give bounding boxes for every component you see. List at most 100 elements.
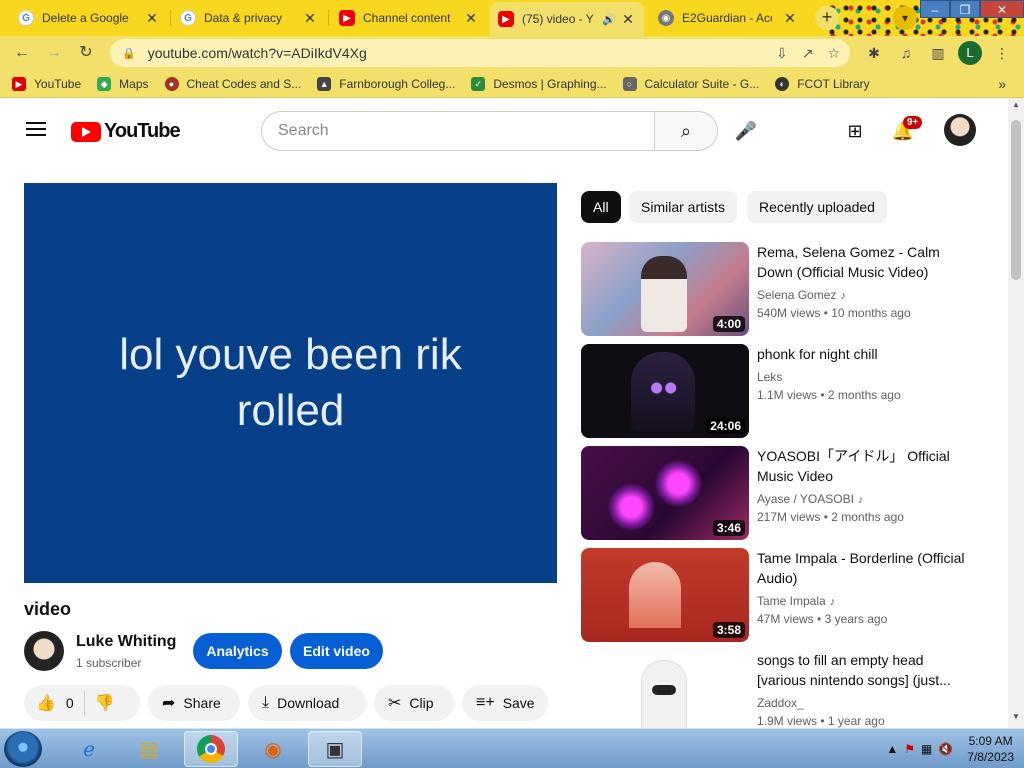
maximize-button[interactable]: ❐ (950, 0, 980, 18)
edit-video-button[interactable]: Edit video (290, 633, 383, 669)
bookmark-maps[interactable]: ◆ Maps (97, 76, 149, 91)
recommendation-channel[interactable]: Tame Impala ♪ (757, 594, 835, 608)
search-input[interactable]: Search (261, 111, 655, 151)
view-count: 1.9M views (757, 714, 818, 728)
voice-search-icon[interactable]: 🎤 (733, 118, 759, 144)
close-icon[interactable]: ✕ (144, 10, 160, 27)
page-scrollbar[interactable]: ▲ ▼ (1008, 98, 1024, 728)
recommendation-item[interactable]: 24:06 phonk for night chill Leks 1.1M vi… (581, 344, 991, 440)
recommendation-item[interactable]: 3:46 YOASOBI「アイドル」 Official Music Video … (581, 446, 991, 542)
show-hidden-icons-icon[interactable]: ▲ (886, 742, 898, 756)
extensions-icon[interactable]: ✱ (862, 41, 886, 65)
search-button[interactable]: ⌕ (654, 111, 718, 151)
new-tab-button[interactable]: + (815, 6, 839, 30)
side-panel-icon[interactable]: ▥ (926, 41, 950, 65)
scroll-up-icon[interactable]: ▲ (1008, 100, 1024, 114)
bookmark-youtube[interactable]: ▶ YouTube (12, 76, 81, 91)
account-avatar[interactable] (944, 114, 976, 146)
clip-button[interactable]: ✂ Clip (374, 685, 454, 721)
duration-badge: 3:46 (712, 520, 745, 536)
recommendation-channel[interactable]: Zaddox_ (757, 696, 804, 710)
recommendation-title[interactable]: Rema, Selena Gomez - Calm Down (Official… (757, 242, 967, 282)
internet-explorer-icon[interactable]: ℯ (62, 731, 116, 767)
bookmark-farnborough[interactable]: ▲ Farnborough Colleg... (317, 76, 455, 91)
close-icon[interactable]: ✕ (463, 10, 479, 27)
recommendation-item[interactable]: 4:00 Rema, Selena Gomez - Calm Down (Off… (581, 242, 991, 338)
forward-button[interactable]: → (42, 41, 66, 65)
scrollbar-thumb[interactable] (1011, 120, 1021, 280)
file-explorer-icon[interactable]: ▤ (122, 731, 176, 767)
tab-data-privacy[interactable]: G Data & privacy ✕ (172, 4, 326, 32)
upload-age: 1 year ago (827, 714, 885, 728)
minimize-button[interactable]: – (920, 0, 950, 18)
close-icon[interactable]: ✕ (302, 10, 318, 27)
firefox-icon[interactable]: ◉ (246, 731, 300, 767)
bookmark-fcot-library[interactable]: ◐ FCOT Library (775, 76, 870, 91)
recommendation-title[interactable]: phonk for night chill (757, 344, 967, 364)
speaker-icon[interactable]: 🔊 (602, 13, 616, 26)
dislike-icon[interactable]: 👎 (95, 693, 115, 713)
share-icon[interactable]: ↗ (802, 45, 814, 62)
google-icon: G (18, 10, 34, 26)
save-button[interactable]: ≡+ Save (462, 685, 548, 721)
network-icon[interactable]: ▦ (921, 742, 932, 756)
video-thumbnail[interactable]: 24:06 (581, 344, 749, 438)
recommendation-channel[interactable]: Ayase / YOASOBI ♪ (757, 492, 863, 506)
tab-label: (75) video - Y (522, 12, 594, 26)
video-player[interactable]: lol youve been rik rolled (24, 183, 557, 583)
channel-name[interactable]: Luke Whiting (76, 633, 176, 651)
download-button[interactable]: ⤓ Download (248, 685, 366, 721)
video-thumbnail[interactable]: 4:00 (581, 242, 749, 336)
tab-delete-google[interactable]: G Delete a Google s ✕ (10, 4, 168, 32)
clock[interactable]: 5:09 AM 7/8/2023 (967, 733, 1014, 765)
bookmark-star-icon[interactable]: ☆ (827, 45, 840, 62)
scroll-down-icon[interactable]: ▼ (1008, 712, 1024, 726)
chrome-menu-icon[interactable]: ⋮ (990, 41, 1014, 65)
volume-icon[interactable]: 🔇 (938, 742, 953, 756)
chip-recently-uploaded[interactable]: Recently uploaded (747, 191, 887, 223)
close-icon[interactable]: ✕ (782, 10, 798, 27)
back-button[interactable]: ← (10, 41, 34, 65)
share-button[interactable]: ➦ Share (148, 685, 240, 721)
recommendation-channel[interactable]: Leks (757, 370, 782, 384)
tab-channel-content[interactable]: ▶ Channel content - ✕ (331, 4, 487, 32)
recommendation-channel[interactable]: Selena Gomez ♪ (757, 288, 846, 302)
chip-similar-artists[interactable]: Similar artists (629, 191, 738, 223)
chip-all[interactable]: All (581, 191, 621, 223)
bookmark-cheat-codes[interactable]: ● Cheat Codes and S... (164, 76, 301, 91)
recommendation-title[interactable]: Tame Impala - Borderline (Official Audio… (757, 548, 967, 588)
like-icon[interactable]: 👍 (36, 693, 56, 713)
recommendation-meta: 217M views • 2 months ago (757, 510, 904, 524)
window-close-button[interactable]: ✕ (980, 0, 1024, 18)
remote-app-icon[interactable]: ▣ (308, 731, 362, 767)
youtube-logo[interactable]: YouTube (71, 120, 181, 143)
video-thumbnail[interactable]: 3:46 (581, 446, 749, 540)
chrome-icon[interactable] (184, 731, 238, 767)
menu-icon[interactable] (26, 122, 46, 136)
channel-avatar[interactable] (24, 631, 64, 671)
bookmark-calculator[interactable]: ○ Calculator Suite - G... (622, 76, 759, 91)
video-thumbnail[interactable]: 3:58 (581, 548, 749, 642)
bookmark-desmos[interactable]: ✓ Desmos | Graphing... (471, 76, 607, 91)
recommendation-title[interactable]: YOASOBI「アイドル」 Official Music Video (757, 446, 967, 486)
close-icon[interactable]: ✕ (620, 11, 636, 28)
address-bar[interactable]: 🔒 youtube.com/watch?v=ADiIkdV4Xg ⇩ ↗ ☆ (110, 39, 850, 67)
more-bookmarks-icon[interactable]: » (998, 76, 1006, 92)
install-app-icon[interactable]: ⇩ (776, 45, 788, 62)
create-video-icon[interactable]: ⊞ (843, 119, 867, 143)
recommendation-item[interactable]: 3:58 Tame Impala - Borderline (Official … (581, 548, 991, 644)
action-center-icon[interactable]: ⚑ (904, 742, 915, 756)
video-thumbnail[interactable] (581, 650, 749, 728)
analytics-button[interactable]: Analytics (193, 633, 282, 669)
profile-avatar[interactable]: L (958, 41, 982, 65)
tab-search-button[interactable]: ▾ (893, 6, 917, 30)
tab-e2guardian[interactable]: ◉ E2Guardian - Acc ✕ (650, 4, 806, 32)
lock-icon[interactable]: 🔒 (122, 47, 136, 60)
recommendation-item[interactable]: songs to fill an empty head [various nin… (581, 650, 991, 728)
recommendation-title[interactable]: songs to fill an empty head [various nin… (757, 650, 967, 690)
reload-button[interactable]: ↻ (74, 41, 98, 65)
youtube-icon: ▶ (498, 11, 514, 27)
media-control-icon[interactable]: ♫ (894, 41, 918, 65)
tab-video-active[interactable]: ▶ (75) video - Y 🔊 ✕ (490, 2, 644, 36)
start-button[interactable] (4, 731, 42, 767)
